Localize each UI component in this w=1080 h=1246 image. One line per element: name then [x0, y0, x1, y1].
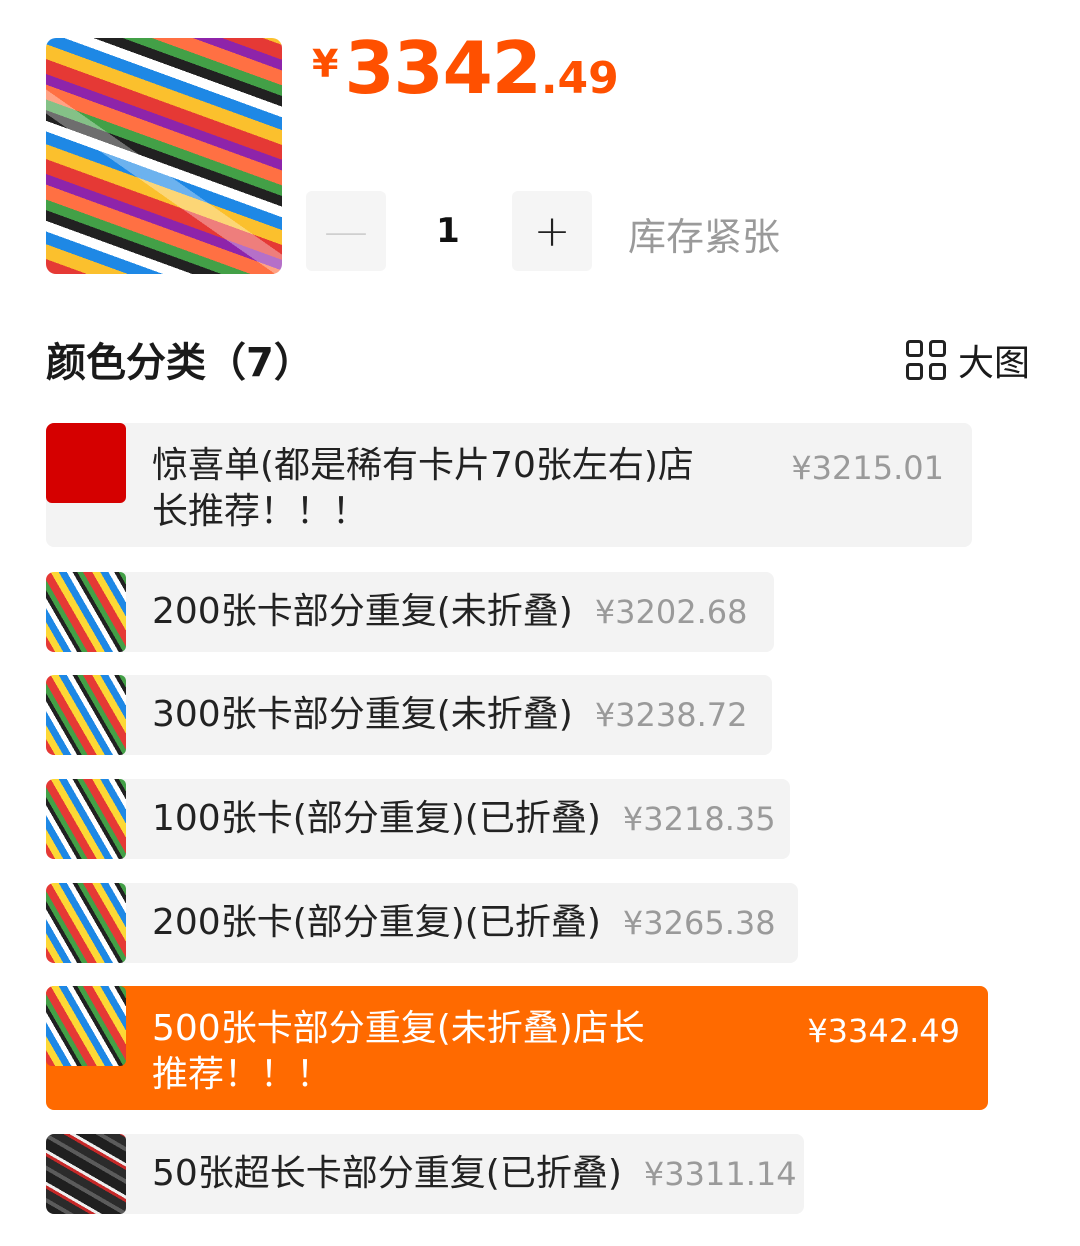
option-thumbnail: [46, 1134, 126, 1214]
quantity-decrease-button[interactable]: —: [306, 191, 386, 271]
option-price: ¥3265.38: [622, 904, 776, 942]
option-name: 200张卡(部分重复)(已折叠): [152, 902, 601, 943]
option-item[interactable]: 100张卡(部分重复)(已折叠) ¥3218.35: [46, 779, 790, 859]
option-item[interactable]: 200张卡(部分重复)(已折叠) ¥3265.38: [46, 883, 798, 963]
option-thumbnail: [46, 572, 126, 652]
option-item[interactable]: 300张卡部分重复(未折叠) ¥3238.72: [46, 675, 772, 755]
price-currency: ¥: [312, 42, 339, 86]
price-integer: 3342: [344, 26, 541, 110]
option-name: 50张超长卡部分重复(已折叠): [152, 1153, 622, 1194]
option-item[interactable]: 200张卡部分重复(未折叠) ¥3202.68: [46, 572, 774, 652]
option-item[interactable]: 50张超长卡部分重复(已折叠) ¥3311.14: [46, 1134, 804, 1214]
option-thumbnail: [46, 986, 126, 1066]
option-name: 300张卡部分重复(未折叠): [152, 694, 573, 735]
option-thumbnail: [46, 779, 126, 859]
option-name: 100张卡(部分重复)(已折叠): [152, 798, 601, 839]
option-name: 500张卡部分重复(未折叠)店长 推荐！！！: [152, 1008, 645, 1095]
option-thumbnail: [46, 883, 126, 963]
big-image-toggle[interactable]: 大图: [906, 334, 1030, 386]
quantity-value[interactable]: 1: [418, 191, 478, 271]
option-name: 200张卡部分重复(未折叠): [152, 591, 573, 632]
price-decimal: .49: [540, 53, 619, 104]
option-price: ¥3238.72: [594, 696, 748, 734]
option-price: ¥3215.01: [791, 449, 944, 487]
big-image-label: 大图: [958, 343, 1031, 384]
option-price: ¥3311.14: [643, 1155, 797, 1193]
plus-icon: +: [533, 205, 571, 257]
quantity-increase-button[interactable]: +: [512, 191, 592, 271]
option-item[interactable]: 惊喜单(都是稀有卡片70张左右)店 长推荐！！！ ¥3215.01: [46, 423, 972, 547]
option-price: ¥3218.35: [622, 800, 776, 838]
minus-icon: —: [324, 205, 368, 257]
option-thumbnail: [46, 423, 126, 503]
option-price: ¥3342.49: [807, 1012, 960, 1050]
option-price: ¥3202.68: [594, 593, 748, 631]
product-price: ¥3342.49: [312, 26, 619, 110]
stock-status: 库存紧张: [628, 215, 781, 259]
product-thumbnail[interactable]: [46, 38, 282, 274]
option-name: 惊喜单(都是稀有卡片70张左右)店 长推荐！！！: [152, 445, 694, 532]
section-title: 颜色分类（7）: [46, 340, 314, 386]
option-thumbnail: [46, 675, 126, 755]
option-item-selected[interactable]: 500张卡部分重复(未折叠)店长 推荐！！！ ¥3342.49: [46, 986, 988, 1110]
grid-icon: [906, 340, 946, 380]
